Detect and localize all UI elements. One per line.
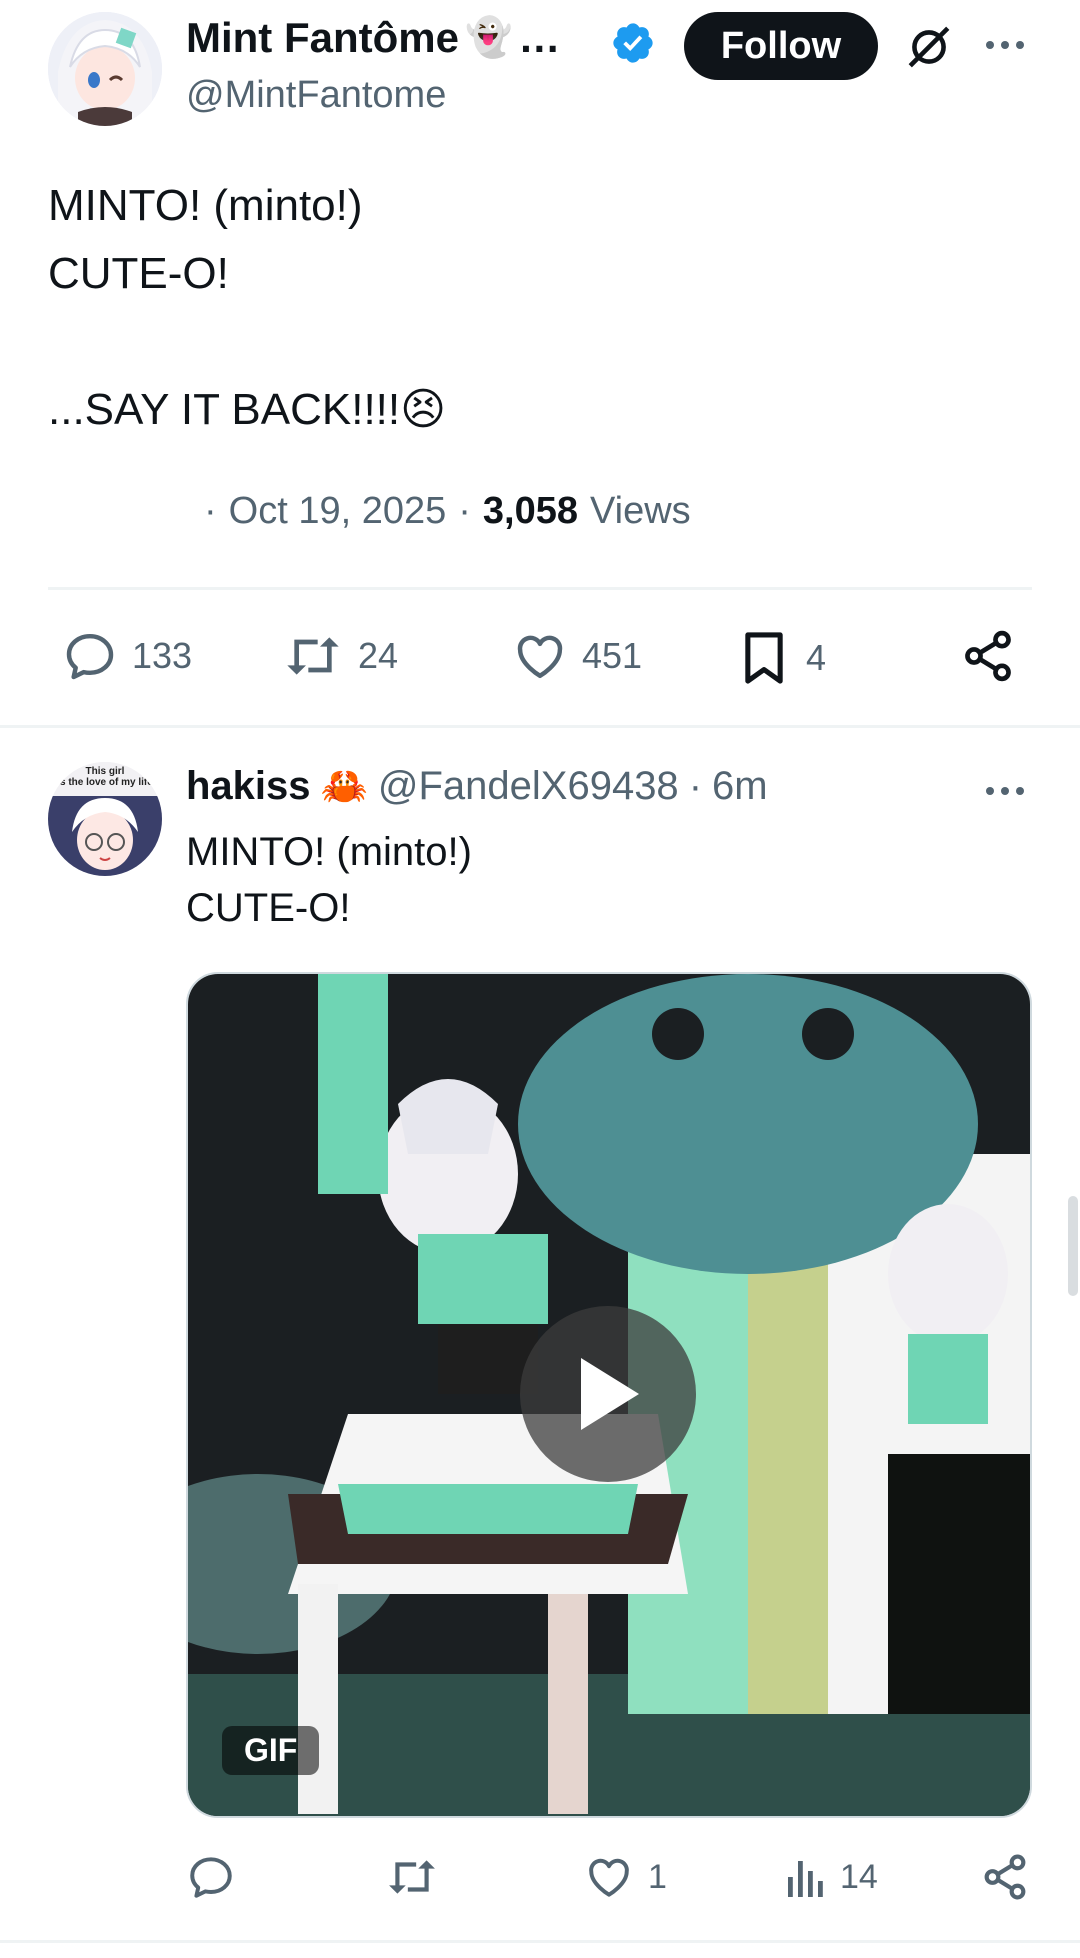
- follow-button[interactable]: Follow: [684, 12, 878, 80]
- reply-text-line: MINTO! (minto!): [186, 830, 472, 874]
- reply-more-options-icon[interactable]: [982, 776, 1028, 806]
- time-separator: ·: [688, 764, 703, 808]
- reply-like-button[interactable]: 1: [584, 1852, 667, 1902]
- bookmark-icon: [736, 628, 792, 688]
- reply-like-count: 1: [648, 1857, 667, 1896]
- repost-button[interactable]: 24: [282, 628, 398, 684]
- play-icon: [573, 1354, 643, 1434]
- views-label: Views: [590, 490, 691, 532]
- author-avatar[interactable]: [48, 12, 162, 126]
- tweet-date[interactable]: Oct 19, 2025: [229, 490, 447, 533]
- views-count: 3,058: [482, 490, 578, 532]
- crab-emoji: 🦀: [320, 765, 368, 808]
- reply-count: 133: [132, 635, 193, 676]
- divider: [0, 725, 1080, 728]
- avatar-caption-line: is the love of my life: [57, 777, 153, 788]
- bookmark-button[interactable]: 4: [736, 628, 826, 688]
- avatar-caption: This girl is the love of my life: [48, 766, 162, 788]
- views-chart-icon: [786, 1852, 826, 1902]
- repost-icon: [282, 628, 344, 684]
- divider: [0, 1940, 1080, 1943]
- ghost-emoji: 👻: [464, 17, 513, 59]
- tweet-text-line: CUTE-O!: [48, 249, 229, 298]
- author-handle[interactable]: @MintFantome: [186, 74, 446, 117]
- author-display-name[interactable]: Mint Fantôme: [186, 14, 459, 62]
- meta-separator: ·: [204, 490, 217, 532]
- reply-author-avatar[interactable]: This girl is the love of my life: [48, 762, 162, 876]
- repost-count: 24: [358, 635, 399, 676]
- tweet-text-line: [48, 308, 446, 376]
- like-button[interactable]: 451: [512, 628, 642, 684]
- tweet-meta: · Oct 19, 2025 · 3,058 Views: [204, 490, 691, 533]
- share-icon[interactable]: [960, 628, 1016, 684]
- reply-repost-icon[interactable]: [384, 1852, 440, 1902]
- like-count: 451: [582, 635, 643, 676]
- scrollbar-thumb[interactable]: [1068, 1196, 1078, 1296]
- reply-icon: [62, 628, 118, 684]
- reply-reply-icon[interactable]: [186, 1852, 236, 1902]
- reply-heart-icon: [584, 1852, 634, 1902]
- verified-badge-icon: [610, 20, 656, 66]
- reply-button[interactable]: 133: [62, 628, 192, 684]
- reply-share-icon[interactable]: [980, 1852, 1030, 1902]
- avatar-caption-line: This girl: [85, 766, 125, 777]
- reply-text: MINTO! (minto!) CUTE-O!: [186, 824, 472, 936]
- reply-views-button[interactable]: 14: [786, 1852, 878, 1902]
- reply-handle[interactable]: @FandelX69438: [378, 764, 679, 809]
- reply-text-line: CUTE-O!: [186, 886, 351, 930]
- bookmark-count: 4: [806, 637, 827, 678]
- reply-time[interactable]: 6m: [712, 764, 768, 809]
- more-options-icon[interactable]: [982, 30, 1028, 60]
- name-ellipsis: …: [518, 14, 561, 61]
- tweet-text-line: ...SAY IT BACK!!!!😣: [48, 385, 446, 434]
- gif-badge: GIF: [222, 1726, 320, 1775]
- tweet-text-line: MINTO! (minto!): [48, 181, 363, 230]
- reply-display-name[interactable]: hakiss: [186, 764, 311, 809]
- meta-separator: ·: [458, 490, 471, 532]
- heart-icon: [512, 628, 568, 684]
- gif-media[interactable]: GIF: [186, 972, 1032, 1818]
- reply-views-count: 14: [840, 1857, 878, 1896]
- tweet-text: MINTO! (minto!) CUTE-O! ...SAY IT BACK!!…: [48, 172, 446, 444]
- divider: [48, 587, 1032, 590]
- grok-icon[interactable]: [904, 22, 954, 72]
- play-button[interactable]: [520, 1306, 696, 1482]
